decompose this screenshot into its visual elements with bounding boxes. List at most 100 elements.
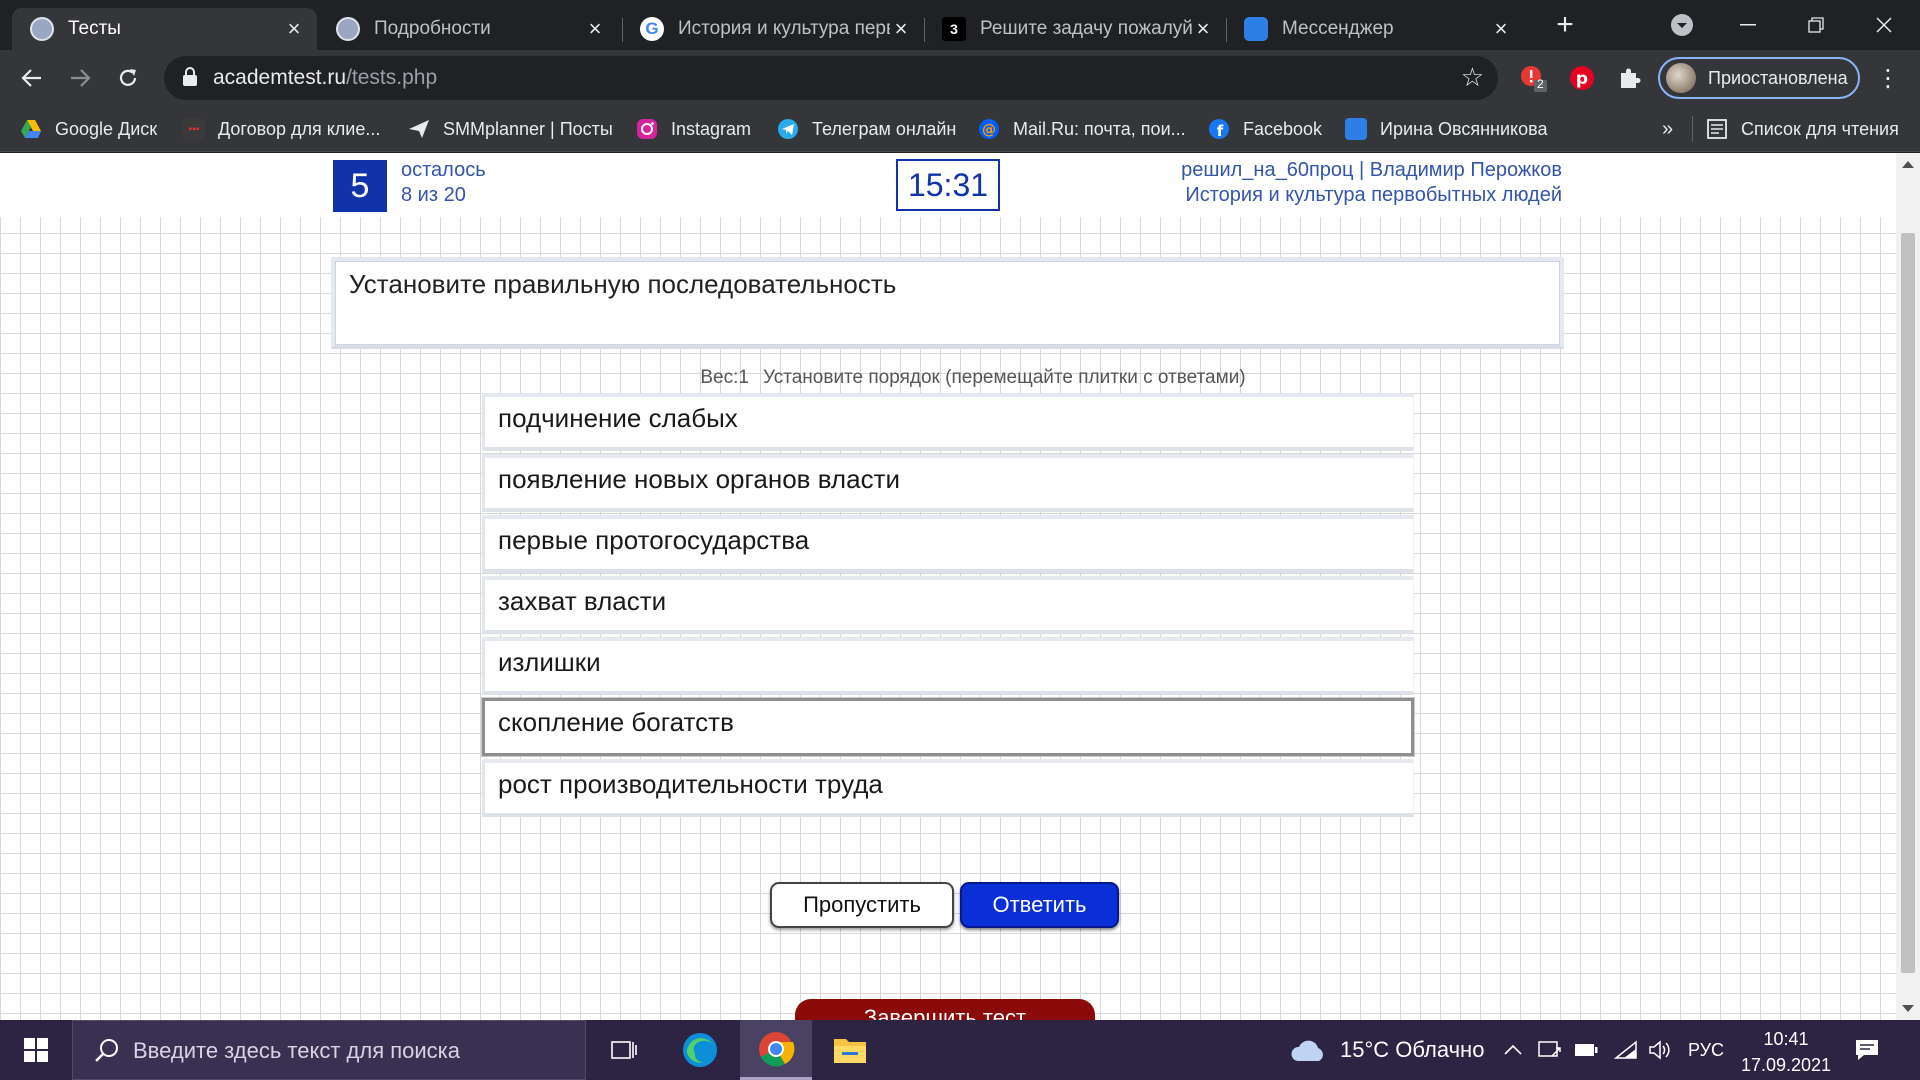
pinterest-icon[interactable]: p: [1562, 58, 1602, 98]
academtest-favicon-icon: [336, 17, 360, 41]
bookmark-label: SMMplanner | Посты: [443, 118, 613, 139]
bookmark-instagram[interactable]: Instagram: [636, 106, 751, 152]
tray-chevron-up-icon[interactable]: [1504, 1020, 1522, 1080]
close-icon[interactable]: ×: [584, 16, 606, 42]
messenger-icon: [1345, 118, 1367, 140]
bookmark-contract[interactable]: ▪▪▪ Договор для клие...: [183, 106, 380, 152]
countdown-timer: 15:31: [896, 159, 1000, 211]
windows-taskbar: Введите здесь текст для поиска 15°C Обла…: [0, 1020, 1920, 1080]
remaining-counter: осталось 8 из 20: [401, 158, 486, 208]
bookmark-label: Ирина Овсянникова: [1380, 118, 1548, 139]
address-bar[interactable]: academtest.ru/tests.php ☆: [164, 56, 1498, 100]
answer-tile[interactable]: захват власти: [482, 576, 1414, 634]
wifi-icon[interactable]: [1614, 1020, 1638, 1080]
answer-tile[interactable]: первые протогосударства: [482, 515, 1414, 573]
scrollbar-thumb[interactable]: [1901, 233, 1915, 973]
bookmark-telegram[interactable]: Телеграм онлайн: [777, 106, 956, 152]
scroll-up-icon[interactable]: [1902, 161, 1914, 168]
page-scrollbar[interactable]: [1896, 153, 1920, 1020]
notifications-icon[interactable]: [1854, 1020, 1880, 1080]
close-window-icon[interactable]: [1850, 0, 1918, 50]
answer-tile[interactable]: излишки: [482, 637, 1414, 695]
reading-list-button[interactable]: Список для чтения: [1706, 106, 1899, 152]
edge-icon[interactable]: [664, 1020, 736, 1080]
reading-list-label: Список для чтения: [1741, 118, 1899, 139]
tab-messenger[interactable]: Мессенджер ×: [1226, 8, 1524, 50]
bookmark-star-icon[interactable]: ☆: [1461, 62, 1484, 93]
language-indicator[interactable]: РУС: [1688, 1020, 1724, 1080]
answer-button[interactable]: Ответить: [960, 882, 1119, 928]
tab-history[interactable]: G История и культура перв ×: [622, 8, 924, 50]
test-header: 5 осталось 8 из 20 15:31 решил_на_60проц…: [0, 153, 1896, 217]
tab-title: Мессенджер: [1282, 18, 1394, 39]
messenger-icon: [1244, 17, 1268, 41]
extension-adblock-icon[interactable]: 2: [1514, 58, 1554, 98]
file-explorer-icon[interactable]: [814, 1020, 886, 1080]
bookmark-messenger[interactable]: Ирина Овсянникова: [1345, 106, 1547, 152]
browser-tab-strip: Тесты × Подробности × G История и культу…: [0, 0, 1920, 50]
close-icon[interactable]: ×: [1490, 16, 1512, 42]
tab-details[interactable]: Подробности ×: [318, 8, 618, 50]
question-text: Установите правильную последовательность: [349, 269, 897, 299]
bookmark-mailru[interactable]: @ Mail.Ru: почта, пои...: [978, 106, 1186, 152]
question-instruction: Установите порядок (перемещайте плитки с…: [762, 367, 1246, 388]
lock-icon[interactable]: [182, 67, 198, 87]
telegram-icon: [778, 119, 798, 139]
bookmark-facebook[interactable]: f Facebook: [1208, 106, 1322, 152]
new-tab-icon[interactable]: +: [1530, 0, 1600, 50]
clock-time: 10:41: [1763, 1029, 1809, 1049]
close-icon[interactable]: ×: [283, 16, 305, 42]
test-page: 5 осталось 8 из 20 15:31 решил_на_60проц…: [0, 153, 1896, 1020]
question-box: Установите правильную последовательность: [331, 257, 1564, 349]
instagram-icon: [637, 119, 657, 139]
answer-tile[interactable]: подчинение слабых: [482, 393, 1414, 451]
volume-icon[interactable]: [1648, 1020, 1672, 1080]
profile-button[interactable]: Приостановлена: [1658, 57, 1860, 99]
weather-text: 15°C Облачно: [1340, 1037, 1485, 1062]
reload-icon[interactable]: [108, 58, 148, 98]
finish-test-button[interactable]: Завершить тест: [795, 999, 1095, 1020]
scroll-down-icon[interactable]: [1902, 1005, 1914, 1012]
skip-button[interactable]: Пропустить: [770, 882, 954, 928]
bitrix-icon: ▪▪▪: [183, 118, 205, 140]
svg-text:@: @: [982, 122, 996, 138]
tray-network-share-icon[interactable]: [1538, 1020, 1562, 1080]
user-line[interactable]: решил_на_60проц | Владимир Перожков: [1181, 158, 1562, 183]
menu-dots-icon[interactable]: ⋮: [1868, 58, 1908, 98]
answer-tile[interactable]: появление новых органов власти: [482, 454, 1414, 512]
weather-widget[interactable]: 15°C Облачно: [1290, 1020, 1484, 1080]
chrome-icon[interactable]: [740, 1020, 812, 1080]
minimize-icon[interactable]: [1714, 0, 1782, 50]
tab-tests[interactable]: Тесты ×: [12, 8, 317, 50]
answer-tile[interactable]: скопление богатств: [482, 698, 1414, 756]
academtest-favicon-icon: [30, 17, 54, 41]
tab-search-icon[interactable]: [1648, 0, 1716, 50]
facebook-icon: f: [1209, 119, 1229, 140]
task-view-icon[interactable]: [588, 1020, 660, 1080]
close-icon[interactable]: ×: [890, 16, 912, 42]
avatar: [1666, 63, 1696, 93]
user-info: решил_на_60проц | Владимир Перожков Исто…: [1181, 158, 1562, 208]
bookmark-label: Mail.Ru: почта, пои...: [1013, 118, 1186, 139]
restore-icon[interactable]: [1782, 0, 1850, 50]
bookmarks-overflow-button[interactable]: »: [1662, 106, 1673, 152]
remaining-value: 8 из 20: [401, 184, 466, 206]
taskbar-search-input[interactable]: Введите здесь текст для поиска: [72, 1020, 586, 1080]
google-icon: G: [640, 17, 664, 41]
google-drive-icon: [21, 120, 41, 138]
bookmark-smmplanner[interactable]: SMMplanner | Посты: [408, 106, 613, 152]
battery-icon[interactable]: [1574, 1020, 1598, 1080]
bookmark-google-drive[interactable]: Google Диск: [20, 106, 157, 152]
remaining-label: осталось: [401, 159, 486, 181]
start-button[interactable]: [0, 1020, 72, 1080]
answer-tile[interactable]: рост производительности труда: [482, 759, 1414, 817]
taskbar-clock[interactable]: 10:41 17.09.2021: [1736, 1026, 1836, 1078]
back-icon[interactable]: [12, 58, 52, 98]
extensions-puzzle-icon[interactable]: [1610, 58, 1650, 98]
forward-icon[interactable]: [60, 58, 100, 98]
tab-homework[interactable]: 3 Решите задачу пожалуйс ×: [924, 8, 1226, 50]
paper-plane-icon: [409, 120, 429, 138]
close-icon[interactable]: ×: [1192, 16, 1214, 42]
question-number: 5: [333, 160, 387, 212]
subject-title[interactable]: История и культура первобытных людей: [1181, 183, 1562, 208]
